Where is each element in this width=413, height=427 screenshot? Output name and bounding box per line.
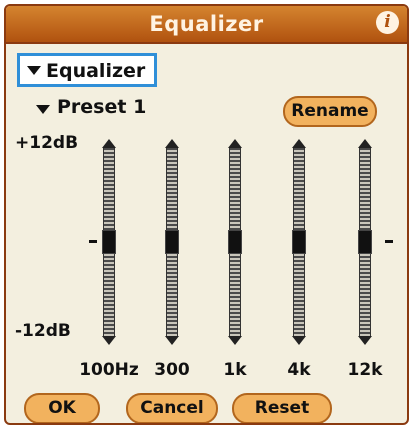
- reset-button[interactable]: Reset: [232, 393, 332, 423]
- band-slider-1k[interactable]: [224, 139, 246, 345]
- arrow-up-icon: [102, 139, 116, 148]
- band-label-1k: 1k: [223, 360, 247, 380]
- slider-thumb[interactable]: [228, 230, 242, 254]
- arrow-down-icon: [165, 336, 179, 345]
- band-slider-12k[interactable]: [354, 139, 376, 345]
- slider-thumb[interactable]: [292, 230, 306, 254]
- band-label-100hz: 100Hz: [79, 360, 139, 380]
- cancel-button[interactable]: Cancel: [126, 393, 218, 423]
- band-slider-100hz[interactable]: [98, 139, 120, 345]
- band-label-12k: 12k: [347, 360, 383, 380]
- band-label-4k: 4k: [287, 360, 311, 380]
- band-slider-4k[interactable]: [288, 139, 310, 345]
- slider-thumb[interactable]: [165, 230, 179, 254]
- band-label-300: 300: [154, 360, 190, 380]
- arrow-down-icon: [102, 336, 116, 345]
- arrow-up-icon: [165, 139, 179, 148]
- triangle-down-icon: [27, 66, 41, 75]
- title-bar: Equalizer i: [6, 6, 407, 44]
- arrow-up-icon: [358, 139, 372, 148]
- window-title: Equalizer: [149, 12, 264, 36]
- band-slider-300[interactable]: [161, 139, 183, 345]
- rename-button[interactable]: Rename: [283, 96, 377, 127]
- slider-thumb[interactable]: [358, 230, 372, 254]
- zero-db-mark-left: [89, 240, 97, 243]
- arrow-up-icon: [292, 139, 306, 148]
- triangle-down-icon[interactable]: [36, 105, 50, 114]
- arrow-up-icon: [228, 139, 242, 148]
- equalizer-screen: Equalizer i Equalizer Preset 1 Rename +1…: [4, 4, 409, 425]
- preset-dropdown[interactable]: Preset 1: [57, 96, 146, 118]
- slider-thumb[interactable]: [102, 230, 116, 254]
- arrow-down-icon: [358, 336, 372, 345]
- ok-button[interactable]: OK: [24, 393, 100, 423]
- db-scale-bottom-label: -12dB: [15, 321, 71, 341]
- arrow-down-icon: [228, 336, 242, 345]
- db-scale-top-label: +12dB: [15, 133, 79, 153]
- device-frame: Equalizer i Equalizer Preset 1 Rename +1…: [0, 0, 413, 427]
- zero-db-mark-right: [385, 240, 393, 243]
- arrow-down-icon: [292, 336, 306, 345]
- info-icon[interactable]: i: [376, 11, 399, 34]
- mode-dropdown-label: Equalizer: [46, 60, 146, 82]
- mode-dropdown[interactable]: Equalizer: [17, 53, 157, 87]
